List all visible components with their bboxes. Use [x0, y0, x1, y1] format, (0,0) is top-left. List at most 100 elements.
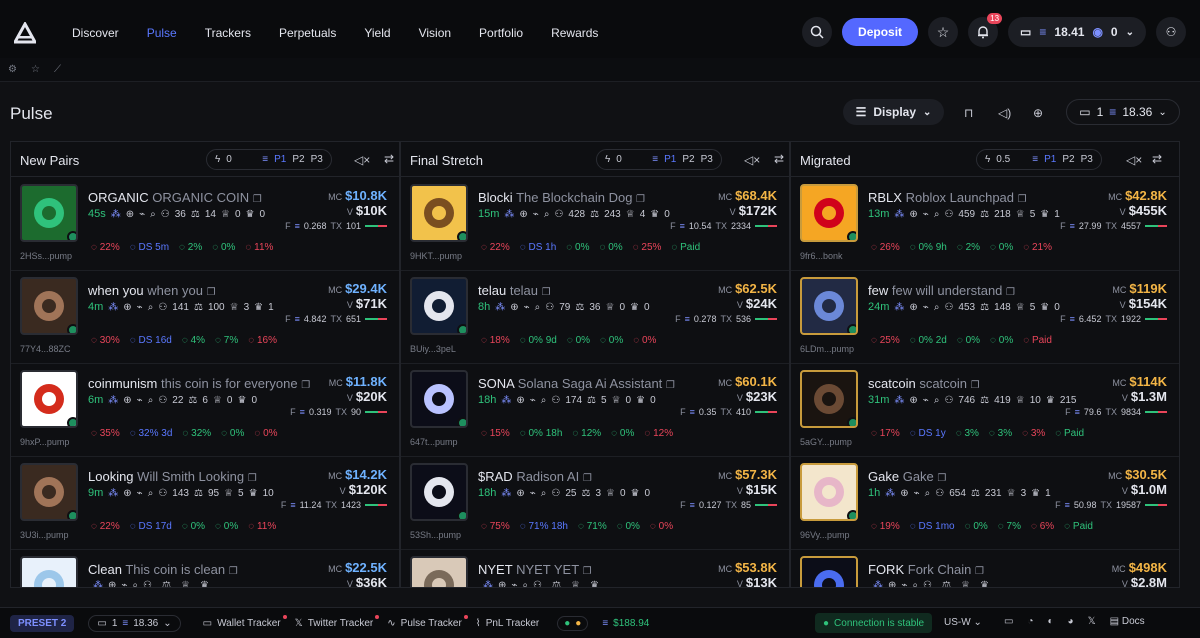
- website-icon[interactable]: ⊕: [900, 488, 908, 499]
- token-address[interactable]: 53Sh...pump: [410, 530, 461, 540]
- token-address[interactable]: 9hxP...pump: [20, 437, 69, 447]
- token-address[interactable]: 9HKT...pump: [410, 251, 462, 261]
- token-name[interactable]: when you when you ❐: [88, 283, 216, 298]
- website-icon[interactable]: ⊕: [126, 209, 134, 220]
- search-icon[interactable]: ⌕: [544, 209, 550, 220]
- search-icon[interactable]: ⌕: [535, 302, 541, 313]
- link-icon[interactable]: ⌁: [524, 302, 530, 313]
- search-icon[interactable]: ⌕: [148, 488, 154, 499]
- watchlist-button[interactable]: ☆: [928, 17, 959, 47]
- copy-icon[interactable]: ❐: [666, 380, 675, 391]
- copy-icon[interactable]: ❐: [975, 566, 984, 577]
- search-icon[interactable]: ⌕: [132, 580, 138, 587]
- nav-trackers[interactable]: Trackers: [191, 26, 265, 40]
- community-icon[interactable]: ⁂: [108, 488, 118, 499]
- token-avatar[interactable]: [410, 463, 468, 521]
- mute-icon[interactable]: ◁×: [354, 153, 370, 167]
- column-filter-controls[interactable]: ϟ 0 ≡ P1 P2 P3: [596, 149, 722, 170]
- token-name[interactable]: Gake Gake ❐: [868, 469, 946, 484]
- palette-icon[interactable]: ◐: [1048, 616, 1054, 627]
- token-avatar[interactable]: [800, 463, 858, 521]
- token-address[interactable]: 9fr6...bonk: [800, 251, 843, 261]
- website-icon[interactable]: ⊕: [909, 395, 917, 406]
- column-filter-controls[interactable]: ϟ 0 ≡ P1 P2 P3: [206, 149, 332, 170]
- token-row[interactable]: BUiy...3peL telau telau ❐ 8h ⁂ ⊕ ⌁ ⌕ ⚇ 79…: [401, 271, 789, 364]
- website-icon[interactable]: ⊕: [516, 488, 524, 499]
- copy-icon[interactable]: ❐: [636, 194, 645, 205]
- website-icon[interactable]: ⊕: [123, 488, 131, 499]
- link-icon[interactable]: ⌁: [923, 209, 929, 220]
- notifications-button[interactable]: 13: [968, 13, 1003, 47]
- search-button[interactable]: [802, 17, 833, 47]
- preset-p2[interactable]: P2: [292, 154, 304, 165]
- display-button[interactable]: ☰ Display ⌄: [843, 99, 944, 125]
- filter-icon[interactable]: ⇄: [774, 152, 784, 166]
- settings-gear-icon[interactable]: ⚙: [8, 64, 17, 75]
- token-avatar[interactable]: [20, 184, 78, 242]
- star-icon[interactable]: ☆: [31, 64, 40, 75]
- token-avatar[interactable]: [20, 556, 78, 587]
- pulse-tracker-button[interactable]: ∿ Pulse Tracker: [387, 614, 468, 629]
- link-icon[interactable]: ⌁: [511, 580, 517, 587]
- token-row[interactable]: 9HKT...pump Blocki The Blockchain Dog ❐ …: [401, 178, 789, 271]
- filter-icon[interactable]: ⇄: [1152, 152, 1162, 166]
- token-row[interactable]: NYET NYET YET ❐ ⁂ ⊕ ⌁ ⌕ ⚇ ⚖ ♕ ♛ MC $53.8K…: [401, 550, 789, 587]
- community-icon[interactable]: ⁂: [495, 302, 505, 313]
- axiom-logo-icon[interactable]: [14, 21, 36, 44]
- token-avatar[interactable]: [800, 277, 858, 335]
- wallet-selector[interactable]: ▭ ≡ 18.41 ◉ 0 ⌄: [1008, 17, 1146, 47]
- docs-link[interactable]: ▤ Docs: [1110, 616, 1145, 627]
- preset-p1[interactable]: P1: [664, 154, 676, 165]
- website-icon[interactable]: ⊕: [888, 580, 896, 587]
- community-icon[interactable]: ⁂: [501, 488, 511, 499]
- community-icon[interactable]: ⁂: [93, 580, 103, 587]
- link-icon[interactable]: ⌁: [914, 488, 920, 499]
- token-name[interactable]: Looking Will Smith Looking ❐: [88, 469, 257, 484]
- token-avatar[interactable]: [20, 370, 78, 428]
- token-name[interactable]: scatcoin scatcoin ❐: [868, 376, 980, 391]
- quick-buy-amount[interactable]: 0: [616, 154, 646, 165]
- token-row[interactable]: 3U3i...pump Looking Will Smith Looking ❐…: [11, 457, 399, 550]
- token-address[interactable]: 96Vy...pump: [800, 530, 850, 540]
- community-icon[interactable]: ⁂: [501, 395, 511, 406]
- copy-icon[interactable]: ❐: [301, 380, 310, 391]
- account-button[interactable]: ⚇: [1156, 17, 1186, 47]
- token-row[interactable]: Clean This coin is clean ❐ ⁂ ⊕ ⌁ ⌕ ⚇ ⚖ ♕…: [11, 550, 399, 587]
- token-avatar[interactable]: [410, 556, 468, 587]
- community-icon[interactable]: ⁂: [894, 209, 904, 220]
- search-icon[interactable]: ⌕: [541, 395, 547, 406]
- link-icon[interactable]: ⌁: [139, 209, 145, 220]
- bottom-wallet-selector[interactable]: ▭ 1 ≡ 18.36 ⌄: [88, 614, 181, 632]
- link-icon[interactable]: ⌁: [923, 395, 929, 406]
- token-address[interactable]: 3U3i...pump: [20, 530, 69, 540]
- token-address[interactable]: 2HSs...pump: [20, 251, 72, 261]
- preset-p3[interactable]: P3: [1081, 154, 1093, 165]
- community-icon[interactable]: ⁂: [894, 395, 904, 406]
- token-avatar[interactable]: [20, 277, 78, 335]
- community-icon[interactable]: ⁂: [111, 209, 121, 220]
- token-name[interactable]: RBLX Roblox Launchpad ❐: [868, 190, 1027, 205]
- community-icon[interactable]: ⁂: [504, 209, 514, 220]
- link-icon[interactable]: ⌁: [530, 395, 536, 406]
- token-avatar[interactable]: [410, 370, 468, 428]
- nav-yield[interactable]: Yield: [350, 26, 404, 40]
- nav-portfolio[interactable]: Portfolio: [465, 26, 537, 40]
- link-icon[interactable]: ⌁: [923, 302, 929, 313]
- website-icon[interactable]: ⊕: [498, 580, 506, 587]
- token-row[interactable]: 77Y4...88ZC when you when you ❐ 4m ⁂ ⊕ ⌁…: [11, 271, 399, 364]
- token-name[interactable]: Blocki The Blockchain Dog ❐: [478, 190, 645, 205]
- community-icon[interactable]: ⁂: [894, 302, 904, 313]
- discord-icon[interactable]: ◕: [1068, 616, 1074, 627]
- copy-icon[interactable]: ❐: [229, 566, 238, 577]
- copy-icon[interactable]: ❐: [207, 287, 216, 298]
- column-filter-controls[interactable]: ϟ 0.5 ≡ P1 P2 P3: [976, 149, 1102, 170]
- website-icon[interactable]: ⊕: [123, 395, 131, 406]
- quick-buy-amount[interactable]: 0: [226, 154, 256, 165]
- token-address[interactable]: BUiy...3peL: [410, 344, 456, 354]
- link-icon[interactable]: ⌁: [533, 209, 539, 220]
- preset-p1[interactable]: P1: [1044, 154, 1056, 165]
- pnl-tracker-button[interactable]: ⌇ PnL Tracker: [476, 618, 539, 629]
- token-avatar[interactable]: [410, 184, 468, 242]
- token-avatar[interactable]: [800, 556, 858, 587]
- wallet-preset-selector[interactable]: ▭ 1 ≡ 18.36 ⌄: [1066, 99, 1180, 125]
